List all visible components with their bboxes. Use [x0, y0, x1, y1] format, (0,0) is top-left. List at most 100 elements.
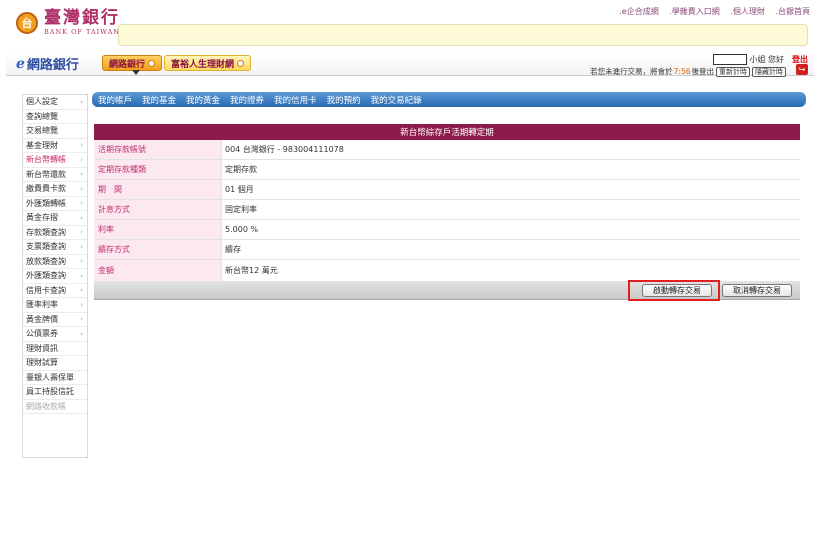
chevron-right-icon: ›	[80, 213, 83, 222]
row-value: 定期存款	[222, 160, 800, 179]
sidebar-item-label: 繳費費卡款	[26, 184, 66, 194]
sidebar-item-label: 支票類查詢	[26, 242, 66, 252]
ebank-brand[interactable]: ℯ 網路銀行	[16, 54, 79, 74]
logout-icon[interactable]: ↪	[796, 64, 808, 75]
sidebar-item[interactable]: 臺銀人壽保單	[23, 371, 87, 385]
chevron-right-icon: ›	[80, 271, 83, 280]
table-row: 續存方式 續存	[94, 240, 800, 260]
row-label: 金額	[94, 260, 222, 281]
chevron-right-icon: ›	[80, 329, 83, 338]
tab-bullet-icon	[148, 59, 156, 67]
sidebar-item-label: 臺銀人壽保單	[26, 372, 74, 382]
reset-timer-button[interactable]: 重新計時	[716, 66, 750, 77]
row-label: 活期存款帳號	[94, 140, 222, 159]
top-link-tuition[interactable]: .學雜費入口網	[669, 7, 720, 16]
subnav-my-securities[interactable]: 我的證券	[230, 94, 264, 106]
sidebar-item[interactable]: 理財試算	[23, 356, 87, 371]
sidebar-item[interactable]: 匯率利率 ›	[23, 298, 87, 313]
tab-bullet-icon	[237, 59, 245, 67]
subnav-my-transactions[interactable]: 我的交易紀錄	[371, 94, 422, 106]
sidebar-item[interactable]: 支票類查詢 ›	[23, 240, 87, 255]
sidebar-item[interactable]: 黃金存摺 ›	[23, 211, 87, 226]
sidebar-item-label: 公債票券	[26, 329, 58, 339]
sidebar-item-label: 新台幣還款	[26, 169, 66, 179]
sidebar-item[interactable]: 查詢總覽	[23, 110, 87, 124]
sidebar-item[interactable]: 繳費費卡款 ›	[23, 182, 87, 197]
e-link-icon: ℯ	[16, 55, 25, 72]
sidebar-item[interactable]: 網路收款帳	[23, 400, 87, 414]
tab-online-banking-label: 網路銀行	[109, 59, 146, 70]
session-prefix: 若您未進行交易，將會於	[590, 67, 673, 76]
sidebar-item[interactable]: 存款類查詢 ›	[23, 226, 87, 240]
sidebar-item-label: 個人設定	[26, 97, 58, 107]
sidebar-item[interactable]: 信用卡查詢 ›	[23, 284, 87, 298]
session-suffix: 後登出	[691, 67, 715, 76]
sidebar-item[interactable]: 外匯類轉帳 ›	[23, 197, 87, 211]
bank-name-en: BANK OF TAIWAN	[44, 28, 120, 36]
sidebar-item-label: 外匯類查詢	[26, 271, 66, 281]
row-value: 004 台灣銀行 - 983004111078	[222, 140, 800, 159]
subnav-my-gold[interactable]: 我的黃金	[186, 94, 220, 106]
sidebar-item-label: 匯率利率	[26, 300, 58, 310]
top-link-enterprise[interactable]: .e企合成網	[619, 7, 658, 16]
row-label: 定期存款種類	[94, 160, 222, 179]
row-value: 續存	[222, 240, 800, 259]
cancel-transfer-button[interactable]: 取消轉存交易	[722, 284, 792, 297]
table-row: 計息方式 固定利率	[94, 200, 800, 220]
sidebar-item[interactable]: 放款類查詢 ›	[23, 255, 87, 269]
subnav-my-accounts[interactable]: 我的帳戶	[98, 94, 132, 106]
sidebar-item-label: 基金理財	[26, 140, 58, 150]
hide-timer-button[interactable]: 隱藏計時	[752, 66, 786, 77]
sidebar-item[interactable]: 理財資訊	[23, 342, 87, 356]
chevron-right-icon: ›	[80, 97, 83, 106]
sidebar-item-label: 外匯類轉帳	[26, 198, 66, 208]
table-row: 利率 5.000 %	[94, 220, 800, 240]
subnav-my-funds[interactable]: 我的基金	[142, 94, 176, 106]
table-row: 金額 新台幣12 萬元	[94, 260, 800, 282]
row-value: 新台幣12 萬元	[222, 260, 800, 281]
header-banner	[118, 24, 808, 46]
subnav-my-credit-card[interactable]: 我的信用卡	[274, 94, 317, 106]
sidebar-item-label: 信用卡查詢	[26, 285, 66, 295]
top-link-personal-finance[interactable]: .個人理財	[730, 7, 765, 16]
row-label: 利率	[94, 220, 222, 239]
chevron-right-icon: ›	[80, 184, 83, 193]
sidebar-item[interactable]: 新台幣還款 ›	[23, 168, 87, 182]
chevron-right-icon: ›	[80, 155, 83, 164]
chevron-right-icon: ›	[80, 170, 83, 179]
sidebar-item[interactable]: 黃金牌價 ›	[23, 313, 87, 327]
bank-logo[interactable]: 台 臺灣銀行 BANK OF TAIWAN	[16, 10, 120, 36]
nav-bar: ℯ 網路銀行 網路銀行 富裕人生理財網 小姐 您好 登出 ↪ 若您未進行交易，將…	[6, 52, 814, 77]
panel-title: 新台幣綜存戶活期轉定期	[94, 124, 800, 140]
sidebar-item[interactable]: 員工持股信託	[23, 385, 87, 400]
sidebar-item-label: 理財試算	[26, 358, 58, 368]
row-label: 續存方式	[94, 240, 222, 259]
sidebar-item[interactable]: 基金理財 ›	[23, 139, 87, 153]
sidebar-item[interactable]: 公債票券 ›	[23, 327, 87, 342]
sidebar-item-label: 放款類查詢	[26, 256, 66, 266]
session-timer-line: 若您未進行交易，將會於 7:56 後登出 重新計時 隱藏計時	[590, 66, 786, 77]
sidebar-item[interactable]: 外匯類查詢 ›	[23, 269, 87, 284]
sidebar-item[interactable]: 交易總覽	[23, 124, 87, 139]
row-value: 5.000 %	[222, 220, 800, 239]
sidebar-item[interactable]: 個人設定 ›	[23, 95, 87, 110]
sidebar-item-label: 黃金牌價	[26, 314, 58, 324]
sidebar-item-label: 存款類查詢	[26, 227, 66, 237]
tab-online-banking[interactable]: 網路銀行	[102, 55, 163, 71]
top-links: .e企合成網 .學雜費入口網 .個人理財 .台銀首頁	[611, 6, 810, 17]
tab-wealth-life[interactable]: 富裕人生理財網	[164, 55, 252, 71]
chevron-right-icon: ›	[80, 257, 83, 266]
sidebar-item-label: 網路收款帳	[26, 401, 66, 411]
sidebar-item-label: 交易總覽	[26, 126, 58, 136]
subnav-my-reservations[interactable]: 我的預約	[327, 94, 361, 106]
transfer-panel: 新台幣綜存戶活期轉定期 活期存款帳號 004 台灣銀行 - 9830041110…	[94, 124, 800, 301]
top-header: .e企合成網 .學雜費入口網 .個人理財 .台銀首頁 台 臺灣銀行 BANK O…	[0, 0, 820, 50]
user-greeting: 小姐 您好	[749, 55, 784, 64]
chevron-right-icon: ›	[80, 228, 83, 237]
tab-wealth-life-label: 富裕人生理財網	[171, 59, 235, 70]
row-value: 固定利率	[222, 200, 800, 219]
bank-name-cn: 臺灣銀行	[44, 8, 120, 28]
top-link-home[interactable]: .台銀首頁	[775, 7, 810, 16]
sidebar-item-label: 新台幣轉帳	[26, 155, 66, 165]
sidebar-item[interactable]: 新台幣轉帳 ›	[23, 153, 87, 168]
